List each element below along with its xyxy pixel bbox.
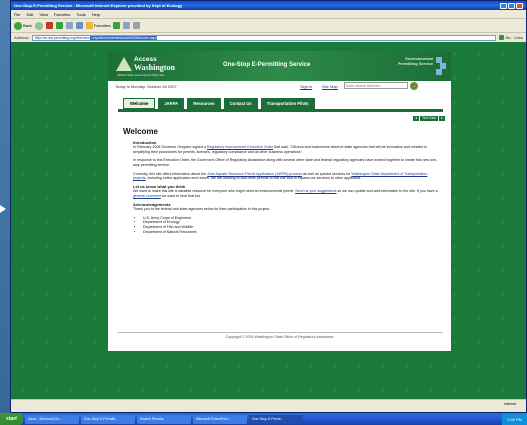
page-viewport: Access Washington Official State Governm… bbox=[11, 42, 526, 399]
address-label: Address bbox=[14, 35, 29, 40]
intro-paragraph-2: In response to this Executive Order, the… bbox=[133, 158, 438, 167]
logo-tagline: Official State Government Web Site bbox=[117, 73, 165, 77]
forward-button[interactable] bbox=[34, 21, 43, 30]
zone-status: Internet bbox=[504, 401, 516, 406]
address-highlight: .../reputh/onmile/welcome/M/Welcome.aspx bbox=[89, 35, 158, 40]
main-content: Welcome Introduction In February 2006 Go… bbox=[123, 127, 441, 234]
menu-view[interactable]: View bbox=[39, 12, 48, 17]
back-arrow-icon bbox=[14, 21, 22, 30]
search-icon[interactable] bbox=[75, 22, 83, 29]
tab-resources[interactable]: Resources bbox=[187, 98, 221, 109]
tabs: Welcome JARPA Resources Contact Us Trans… bbox=[123, 98, 315, 109]
go-arrow-icon bbox=[499, 35, 505, 40]
page-title: Welcome bbox=[123, 127, 158, 136]
page-container: Access Washington Official State Governm… bbox=[108, 51, 451, 351]
search-input[interactable] bbox=[344, 82, 408, 89]
send-suggestions-link[interactable]: Send us your suggestions bbox=[295, 189, 336, 193]
tab-contact-us[interactable]: Contact Us bbox=[223, 98, 258, 109]
text-size-increase-button[interactable]: ▸ bbox=[439, 116, 445, 121]
text-size-control: ◂ Text Size ▸ bbox=[413, 116, 445, 121]
search-button[interactable]: → bbox=[410, 82, 418, 90]
executive-order-link[interactable]: Regulatory Improvement Executive Order bbox=[207, 145, 273, 149]
menu-favorites[interactable]: Favorites bbox=[54, 12, 70, 17]
status-bar: Internet bbox=[11, 399, 526, 407]
logo-line2: Washington bbox=[134, 63, 175, 72]
footer-divider bbox=[118, 332, 443, 333]
go-button[interactable]: Go bbox=[499, 35, 511, 40]
browser-window: One-Stop E-Permitting Service - Microsof… bbox=[10, 0, 527, 413]
menu-edit[interactable]: Edit bbox=[26, 12, 33, 17]
cursor-arrow-icon bbox=[0, 205, 6, 213]
list-item: Department of Natural Resources bbox=[143, 230, 441, 235]
task-ie-1[interactable]: One-Stop E-Permitti... bbox=[80, 414, 135, 424]
taskbar: start Inbox - Microsoft Ou... One-Stop E… bbox=[0, 413, 527, 425]
back-label: Back bbox=[23, 23, 32, 28]
sign-in-link[interactable]: Sign in bbox=[300, 84, 312, 89]
date-text: Today is Monday, October 28 2007 bbox=[115, 84, 177, 89]
favorites-button[interactable]: Favorites bbox=[85, 22, 111, 29]
print-icon[interactable] bbox=[133, 22, 141, 29]
task-search[interactable]: Search Results bbox=[136, 414, 191, 424]
task-outlook[interactable]: Inbox - Microsoft Ou... bbox=[24, 414, 79, 424]
env-logo-icon bbox=[436, 57, 446, 75]
menu-tools[interactable]: Tools bbox=[76, 12, 85, 17]
system-tray-clock: 1:05 PM bbox=[502, 413, 527, 425]
window-title: One-Stop E-Permitting Service - Microsof… bbox=[14, 3, 183, 8]
task-ie-2[interactable]: One-Stop E-Permi... bbox=[248, 414, 303, 424]
intro-paragraph-3: Currently, this site offers information … bbox=[133, 171, 428, 181]
agency-list: U.S. Army Corps of Engineers Department … bbox=[123, 216, 441, 234]
history-icon[interactable] bbox=[113, 22, 121, 29]
links-label[interactable]: Links bbox=[514, 35, 523, 40]
menu-file[interactable]: File bbox=[14, 12, 20, 17]
favorites-label: Favorites bbox=[93, 23, 111, 28]
tab-jarpa[interactable]: JARPA bbox=[158, 98, 185, 109]
env-line2: Permitting Service bbox=[397, 61, 433, 66]
menu-bar: File Edit View Favorites Tools Help bbox=[11, 10, 526, 19]
text-size-decrease-button[interactable]: ◂ bbox=[413, 116, 420, 121]
tab-welcome[interactable]: Welcome bbox=[123, 98, 156, 109]
maximize-icon[interactable] bbox=[508, 2, 515, 9]
back-button[interactable]: Back bbox=[14, 21, 32, 30]
access-washington-logo[interactable]: Access Washington Official State Governm… bbox=[116, 55, 176, 77]
env-permitting-logo: Environmental Permitting Service bbox=[398, 56, 433, 66]
logo-line1: Access bbox=[134, 56, 157, 63]
utility-bar: Today is Monday, October 28 2007 Sign in… bbox=[108, 81, 451, 92]
start-button[interactable]: start bbox=[0, 413, 23, 425]
site-map-link[interactable]: Site Map bbox=[322, 84, 338, 89]
nav-divider bbox=[118, 109, 443, 112]
address-prefix: http://se.ww.permitting.org/Mes/dec bbox=[34, 35, 90, 40]
text-size-label: Text Size bbox=[420, 116, 439, 121]
intro-paragraph-1: In February 2006 Governor Gregoire signe… bbox=[133, 145, 428, 154]
menu-help[interactable]: Help bbox=[92, 12, 100, 17]
feedback-paragraph: We want to make this site a valuable res… bbox=[133, 189, 438, 198]
acknowledgements-paragraph: Thank you to the federal and state agenc… bbox=[133, 207, 271, 212]
mail-icon[interactable] bbox=[123, 22, 131, 29]
home-icon[interactable] bbox=[65, 22, 73, 29]
go-label: Go bbox=[505, 35, 511, 40]
title-bar[interactable]: One-Stop E-Permitting Service - Microsof… bbox=[11, 1, 526, 10]
footer-copyright: Copyright © 2006 Washington State Office… bbox=[225, 335, 334, 339]
toolbar: Back Favorites bbox=[11, 19, 526, 33]
address-input[interactable]: http://se.ww.permitting.org/Mes/dec.../r… bbox=[31, 34, 497, 41]
site-header: Access Washington Official State Governm… bbox=[108, 51, 451, 81]
star-icon bbox=[85, 22, 93, 29]
jarpa-process-link[interactable]: Joint Aquatic Resource Permit Applicatio… bbox=[207, 172, 302, 176]
close-icon[interactable] bbox=[516, 2, 523, 9]
site-title: One-Stop E-Permitting Service bbox=[223, 62, 311, 68]
minimize-icon[interactable] bbox=[500, 2, 507, 9]
tab-transportation-pilots[interactable]: Transportation Pilots bbox=[260, 98, 315, 109]
refresh-icon[interactable] bbox=[55, 22, 63, 29]
mountain-icon bbox=[116, 57, 132, 71]
nav-bar: Welcome JARPA Resources Contact Us Trans… bbox=[108, 92, 451, 124]
stop-icon[interactable] bbox=[45, 22, 53, 29]
general-comment-link[interactable]: general comment bbox=[133, 194, 161, 198]
task-powerpoint[interactable]: Microsoft PowerPoin... bbox=[192, 414, 247, 424]
